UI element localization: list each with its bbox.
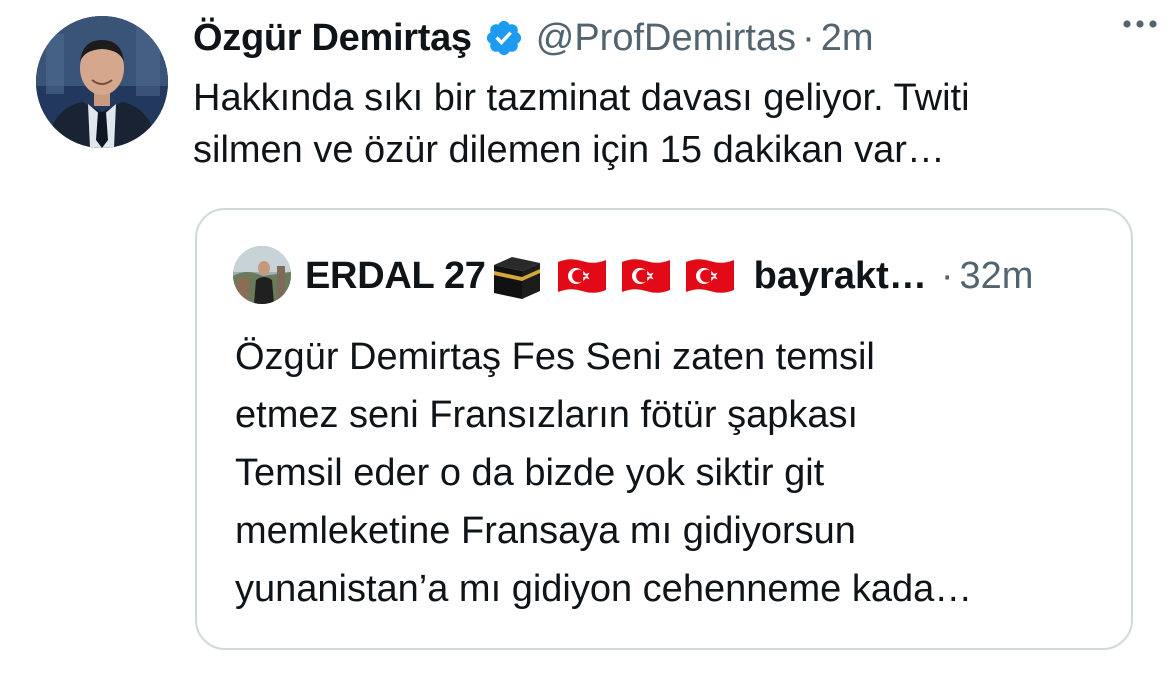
tweet-text: Hakkında sıkı bir tazminat davası geliyo… — [193, 72, 1143, 176]
turkey-flag-icon — [556, 256, 608, 296]
separator-dot: · — [802, 16, 815, 59]
verified-badge-icon — [484, 18, 524, 58]
tweet-text-line: Hakkında sıkı bir tazminat davası geliyo… — [193, 77, 970, 119]
quoted-text-line: yunanistan’a mı gidiyon cehenneme kada… — [235, 568, 973, 610]
tweet[interactable]: Özgür Demirtaş @ProfDemirtas · 2m Hakkın… — [0, 0, 1170, 675]
turkey-flag-icon — [620, 256, 672, 296]
more-options-icon[interactable] — [1118, 4, 1162, 44]
tweet-text-line: silmen ve özür dilemen için 15 dakikan v… — [193, 129, 945, 171]
quoted-author-avatar-image — [233, 246, 291, 304]
quoted-text-line: etmez seni Fransızların fötür şapkası — [235, 394, 859, 436]
quoted-author-avatar[interactable] — [233, 246, 291, 304]
quoted-text-line: Temsil eder o da bizde yok siktir git — [235, 452, 825, 494]
quoted-author-name[interactable]: ERDAL 27 — [305, 255, 486, 298]
quoted-text-line: Özgür Demirtaş Fes Seni zaten temsil — [235, 336, 875, 378]
separator-dot: · — [940, 254, 954, 297]
quoted-author-handle[interactable]: bayrakt… — [754, 255, 927, 298]
quoted-tweet-card[interactable]: ERDAL 27 bayrakt… · 32m Özgür Demirtaş F… — [195, 208, 1133, 650]
quoted-tweet-header: ERDAL 27 bayrakt… · 32m — [305, 248, 1033, 304]
author-avatar-image — [36, 16, 168, 148]
author-handle[interactable]: @ProfDemirtas — [536, 17, 796, 60]
kaaba-icon — [490, 249, 544, 303]
turkey-flag-icon — [684, 256, 736, 296]
tweet-header: Özgür Demirtaş @ProfDemirtas · 2m — [193, 14, 1143, 62]
tweet-timestamp[interactable]: 2m — [821, 17, 874, 60]
author-avatar[interactable] — [36, 16, 168, 148]
quoted-tweet-text: Özgür Demirtaş Fes Seni zaten temsil etm… — [235, 328, 1115, 618]
author-name[interactable]: Özgür Demirtaş — [193, 17, 472, 60]
quoted-text-line: memleketine Fransaya mı gidiyorsun — [235, 510, 856, 552]
quoted-tweet-timestamp[interactable]: 32m — [959, 255, 1033, 298]
